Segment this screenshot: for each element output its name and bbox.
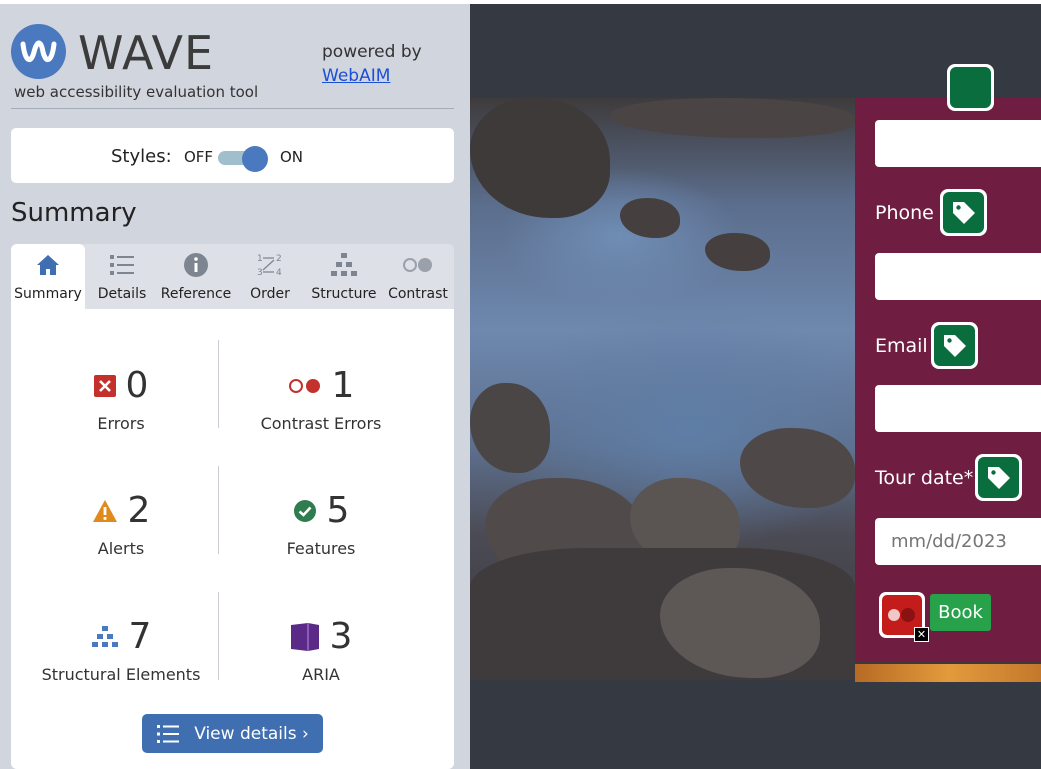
powered-by-label: powered by [322,42,422,62]
contrast-errors-count: 1 [331,365,355,406]
tab-summary[interactable]: Summary [11,244,85,309]
feature-check-icon [293,500,316,522]
structure-icon [307,252,381,278]
aria-count: 3 [329,616,353,657]
styles-on-label: ON [280,148,304,166]
page-preview: Phone Email Tour date* mm/dd/2023 ✕ Book [470,4,1041,769]
styles-toggle-switch[interactable] [218,146,270,172]
alerts-label: Alerts [97,539,145,558]
book-button[interactable]: Book [930,594,991,631]
aria-icon [290,623,319,651]
svg-text:3: 3 [257,268,263,278]
phone-label: Phone [875,202,934,224]
wave-logo-text: WAVE [78,26,215,80]
contrast-error-icon [288,379,320,393]
stat-structural-elements[interactable]: 7 Structural Elements [21,615,221,685]
tab-contrast[interactable]: Contrast [381,244,455,309]
structural-count: 7 [128,616,152,657]
email-field[interactable] [875,385,1041,432]
tour-date-label-tag-icon[interactable] [975,454,1022,501]
stat-alerts[interactable]: 2 Alerts [21,489,221,558]
name-field[interactable] [875,120,1041,167]
tab-details[interactable]: Details [85,244,159,309]
rock [620,198,680,238]
close-icon: ✕ [914,627,929,642]
stat-contrast-errors[interactable]: 1 Contrast Errors [221,364,421,434]
rock [740,428,855,508]
booking-form: Phone Email Tour date* mm/dd/2023 ✕ Book [855,64,1041,662]
toggle-knob [242,146,268,172]
phone-field[interactable] [875,253,1041,300]
header-divider [11,108,454,109]
rock [470,383,550,473]
feature-label-icon[interactable] [947,64,994,111]
structure-icon [91,626,118,647]
stat-aria[interactable]: 3 ARIA [221,615,421,684]
tab-order[interactable]: 12 34 Order [233,244,307,309]
stat-features[interactable]: 5 Features [221,489,421,559]
tour-date-label: Tour date* [875,467,974,489]
features-label: Features [286,539,356,558]
svg-text:4: 4 [276,268,282,278]
wave-tagline: web accessibility evaluation tool [14,83,259,101]
email-label-tag-icon[interactable] [931,322,978,369]
rock [705,233,770,271]
structural-label: Structural Elements [41,665,201,684]
errors-label: Errors [97,414,145,433]
contrast-errors-label: Contrast Errors [260,414,382,433]
aria-label: ARIA [302,665,340,684]
orange-strip [855,664,1041,682]
summary-heading: Summary [11,198,137,228]
view-details-label: View details › [194,723,309,744]
svg-text:2: 2 [276,254,282,264]
tour-date-field[interactable] [875,518,1041,565]
home-icon [11,252,85,278]
phone-label-tag-icon[interactable] [940,189,987,236]
list-icon [157,724,180,743]
tab-bar: Summary Details Reference 1 2 3 4 Order … [11,244,454,309]
features-count: 5 [326,490,350,531]
wave-logo-icon [11,24,66,79]
alert-icon [92,500,117,522]
list-icon [85,252,159,278]
tab-reference[interactable]: Reference [159,244,233,309]
email-label: Email [875,335,928,357]
order-icon: 1 2 3 4 [233,252,307,278]
rock [610,98,855,138]
tab-label: Contrast [388,286,448,302]
wave-sidebar: WAVE web accessibility evaluation tool p… [0,4,470,769]
contrast-icon [381,252,455,278]
alerts-count: 2 [127,490,151,531]
styles-off-label: OFF [184,148,214,166]
summary-panel: Summary Details Reference 1 2 3 4 Order … [11,244,454,769]
error-icon [93,375,116,397]
rock [470,98,610,218]
info-icon [159,252,233,278]
tab-structure[interactable]: Structure [307,244,381,309]
view-details-button[interactable]: View details › [142,714,323,753]
svg-text:1: 1 [257,254,263,264]
styles-toggle-box: Styles: OFF ON [11,128,454,183]
webaim-link[interactable]: WebAIM [322,66,390,86]
styles-label: Styles: [111,146,172,167]
stat-errors[interactable]: 0 Errors [21,364,221,433]
errors-count: 0 [125,365,149,406]
contrast-error-marker-icon[interactable]: ✕ [879,592,929,642]
